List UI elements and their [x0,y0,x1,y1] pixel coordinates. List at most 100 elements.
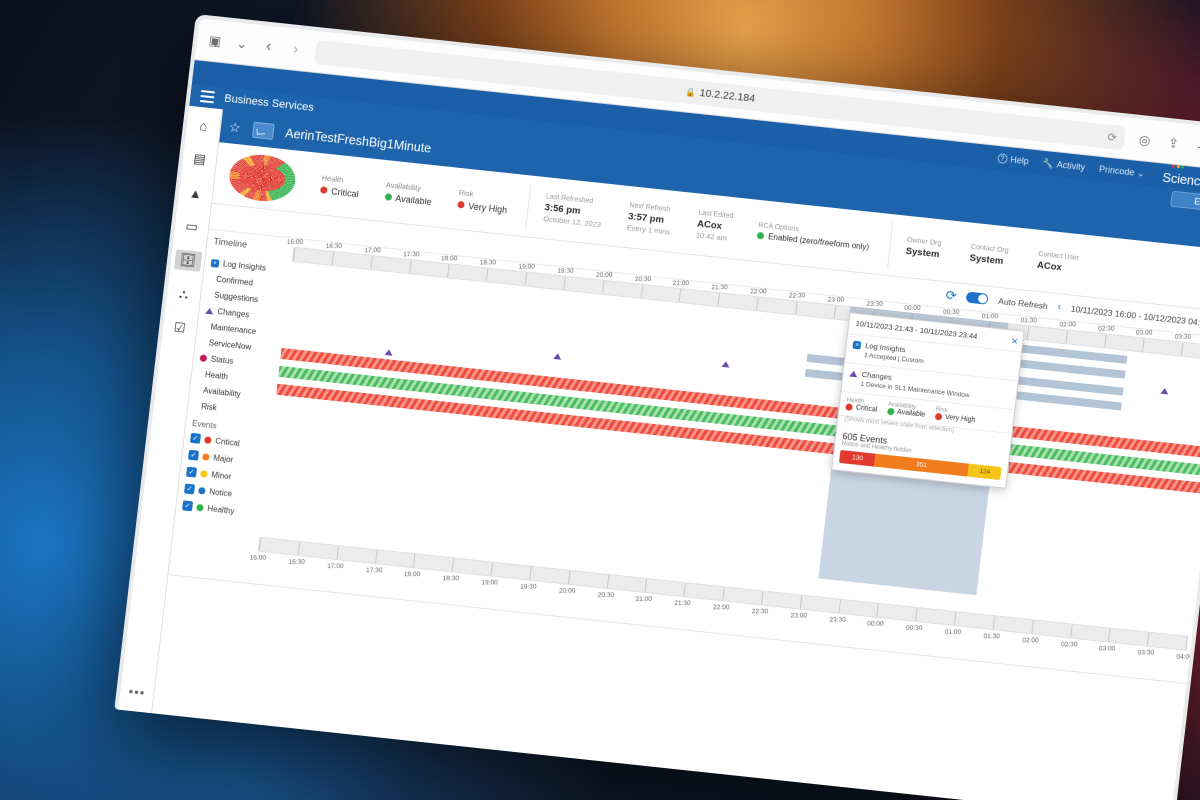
event-filter-major[interactable]: ✓ Major [187,449,267,468]
forward-icon[interactable]: › [287,41,305,59]
checkbox-icon[interactable]: ✓ [185,466,198,478]
severity-dot [204,435,212,444]
log-insights-icon: ≡ [210,258,220,268]
meta-last-refreshed: Last Refreshed 3:56 pm October 12, 2023 [542,192,602,229]
axis-tick [992,616,995,630]
laptop-screen: ▣ ⌄ ‹ › 🔒 10.2.22.184 ⟳ ◎ ⇪ ＋ ❐ ◐ [114,14,1200,800]
auto-refresh-toggle[interactable] [965,291,990,305]
breakdown-critical: 130 [839,450,876,467]
axis-tick-label: 04:00 [1176,653,1193,661]
axis-tick [447,264,450,278]
axis-tick [722,587,725,601]
close-icon[interactable]: × [1010,335,1019,350]
change-marker[interactable] [553,352,562,360]
legend-confirmed[interactable]: Confirmed [209,274,288,291]
axis-tick-label: 01:30 [983,633,1000,641]
axis-tick-label: 19:00 [481,579,498,587]
axis-tick [374,550,378,564]
rail-item-home[interactable]: ⌂ [189,114,217,137]
rail-more-button[interactable]: ••• [128,684,146,701]
status-dot [457,200,465,209]
event-filter-minor[interactable]: ✓ Minor [185,466,265,485]
checkbox-icon[interactable]: ✓ [187,449,200,461]
axis-tick [838,599,841,613]
back-icon[interactable]: ‹ [260,38,278,56]
rail-item-tasks[interactable]: ☑ [166,317,194,340]
legend-risk[interactable]: Risk [194,401,273,418]
legend-changes[interactable]: Changes [205,306,284,323]
url-text: 10.2.22.184 [699,87,756,105]
meta-last-edited: Last Edited ACox 10:42 am [695,209,734,243]
meta-owner-org: Owner Org System [905,236,942,260]
severity-dot [202,452,210,461]
kpi-value: Critical [319,185,359,199]
timeline-title: Timeline [213,236,248,250]
legend-suggestions[interactable]: Suggestions [207,290,286,307]
rail-item-alerts[interactable]: ▲ [182,182,210,205]
axis-tick [644,579,648,593]
legend-status[interactable]: Status [199,353,278,370]
axis-tick-label: 22:30 [788,292,806,300]
user-menu[interactable]: Princode ⌄ [1098,163,1145,179]
axis-tick [760,591,764,605]
axis-tick-label: 00:00 [867,620,884,628]
axis-tick-label: 23:30 [866,300,883,308]
meta-next-refresh: Next Refresh 3:57 pm Every 1 mins [626,201,671,237]
downloads-icon[interactable]: ⇪ [1165,135,1183,153]
kpi-health: Health Critical [319,173,361,199]
chevron-down-icon[interactable]: ⌄ [233,35,251,53]
meta-rca-options: RCA Options Enabled (zero/freeform only) [756,221,870,252]
reload-icon[interactable]: ⟳ [1107,130,1118,144]
new-tab-icon[interactable]: ＋ [1193,138,1200,156]
axis-tick-label: 16:30 [325,242,342,250]
edit-button[interactable]: Edit [1170,190,1200,214]
refresh-icon[interactable]: ⟳ [945,287,958,304]
rail-item-dashboards[interactable]: ▤ [185,148,213,171]
shield-icon[interactable]: ◐ [208,34,226,52]
change-marker[interactable] [384,348,393,356]
event-filter-healthy[interactable]: ✓ Healthy [181,500,261,518]
status-dot [384,193,392,201]
kpi-value: Available [384,192,432,207]
legend-maintenance[interactable]: Maintenance [203,322,282,339]
axis-tick-label: 21:30 [711,284,728,292]
event-filter-critical[interactable]: ✓ Critical [189,432,269,451]
legend-servicenow[interactable]: ServiceNow [201,338,280,355]
legend-log-insights[interactable]: ≡ Log Insights [210,258,290,275]
menu-icon[interactable] [190,89,225,105]
axis-tick-label: 16:00 [249,554,267,562]
favorite-star-icon[interactable]: ☆ [228,119,241,136]
prev-range-icon[interactable]: ‹ [1057,301,1062,312]
change-marker[interactable] [721,360,731,368]
help-button[interactable]: ? Help [996,153,1029,166]
axis-tick [1142,338,1145,352]
checkbox-icon[interactable]: ✓ [181,500,194,512]
rail-item-devices[interactable]: ▭ [178,215,206,238]
change-marker[interactable] [1160,387,1169,395]
logo-dots [1171,164,1185,169]
log-insights-icon: ≡ [852,340,862,350]
severity-dot [196,503,204,512]
axis-tick [1065,330,1068,344]
axis-tick [640,284,643,298]
meta-contact-org: Contact Org System [969,243,1009,267]
lock-icon: 🔒 [684,85,697,98]
axis-tick [451,558,455,572]
event-filter-notice[interactable]: ✓ Notice [183,483,263,502]
selection-popup[interactable]: 10/11/2023 21:43 - 10/11/2023 23:44 × ≡ L… [831,312,1026,489]
rail-item-topology[interactable]: ⛬ [170,283,198,306]
axis-tick-label: 17:30 [402,251,420,259]
axis-tick-label: 23:30 [828,616,846,624]
legend-health[interactable]: Health [198,369,277,386]
axis-tick-label: 23:00 [790,612,807,620]
rail-item-business-services[interactable]: 🗄 [173,249,202,272]
activity-button[interactable]: 🔧 Activity [1042,157,1086,172]
checkbox-icon[interactable]: ✓ [183,483,196,495]
axis-tick [413,554,416,568]
legend-availability[interactable]: Availability [196,385,275,402]
history-icon[interactable]: ◎ [1136,132,1154,150]
chevron-down-icon: ⌄ [1136,167,1146,179]
status-dot [319,186,328,194]
change-marker-icon [849,370,859,377]
checkbox-icon[interactable]: ✓ [189,432,202,444]
